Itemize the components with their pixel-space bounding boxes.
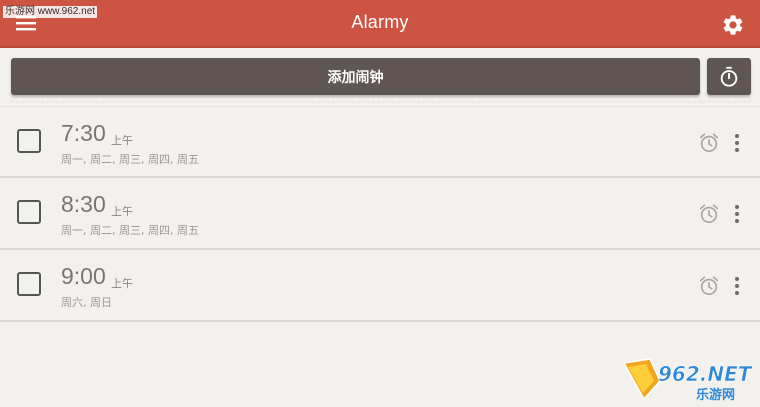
alarm-checkbox[interactable] — [17, 129, 41, 153]
alarm-row[interactable]: 7:30 上午 周一, 周二, 周三, 周四, 周五 — [0, 106, 760, 178]
alarm-row[interactable]: 9:00 上午 周六, 周日 — [0, 250, 760, 322]
divider — [11, 101, 751, 102]
alarm-ampm: 上午 — [111, 134, 133, 147]
add-alarm-label: 添加闹钟 — [327, 69, 384, 86]
alarm-time: 8:30 — [61, 191, 106, 217]
logo-text: 962.NET — [658, 362, 753, 386]
alarm-days: 周一, 周二, 周三, 周四, 周五 — [61, 153, 199, 166]
more-vert-icon[interactable] — [730, 274, 744, 298]
app-title: Alarmy — [351, 12, 409, 32]
site-watermark: 乐游网 www.962.net — [3, 6, 98, 18]
alarm-days: 周一, 周二, 周三, 周四, 周五 — [61, 224, 199, 237]
alarm-ampm: 上午 — [111, 205, 133, 218]
site-logo-watermark: 962.NET 乐游网 — [622, 358, 753, 403]
alarm-time: 9:00 — [61, 263, 106, 289]
alarm-ampm: 上午 — [111, 277, 133, 290]
settings-icon[interactable] — [721, 13, 745, 37]
timer-button[interactable] — [707, 58, 751, 95]
alarm-row[interactable]: 8:30 上午 周一, 周二, 周三, 周四, 周五 — [0, 178, 760, 250]
alarm-checkbox[interactable] — [17, 200, 41, 224]
alarm-clock-icon[interactable] — [698, 203, 720, 225]
logo-subtext: 乐游网 — [696, 387, 735, 403]
alarm-clock-icon[interactable] — [698, 275, 720, 297]
alarm-list: 7:30 上午 周一, 周二, 周三, 周四, 周五 8:30 上午 周一, 周… — [0, 106, 760, 322]
add-alarm-button[interactable]: 添加闹钟 — [11, 58, 700, 95]
more-vert-icon[interactable] — [730, 131, 744, 155]
app-header: Alarmy 乐游网 www.962.net — [0, 0, 760, 48]
more-vert-icon[interactable] — [730, 202, 744, 226]
alarm-time: 7:30 — [61, 120, 106, 146]
alarm-checkbox[interactable] — [17, 272, 41, 296]
stopwatch-icon — [720, 66, 738, 87]
alarm-clock-icon[interactable] — [698, 132, 720, 154]
alarm-days: 周六, 周日 — [61, 296, 112, 309]
